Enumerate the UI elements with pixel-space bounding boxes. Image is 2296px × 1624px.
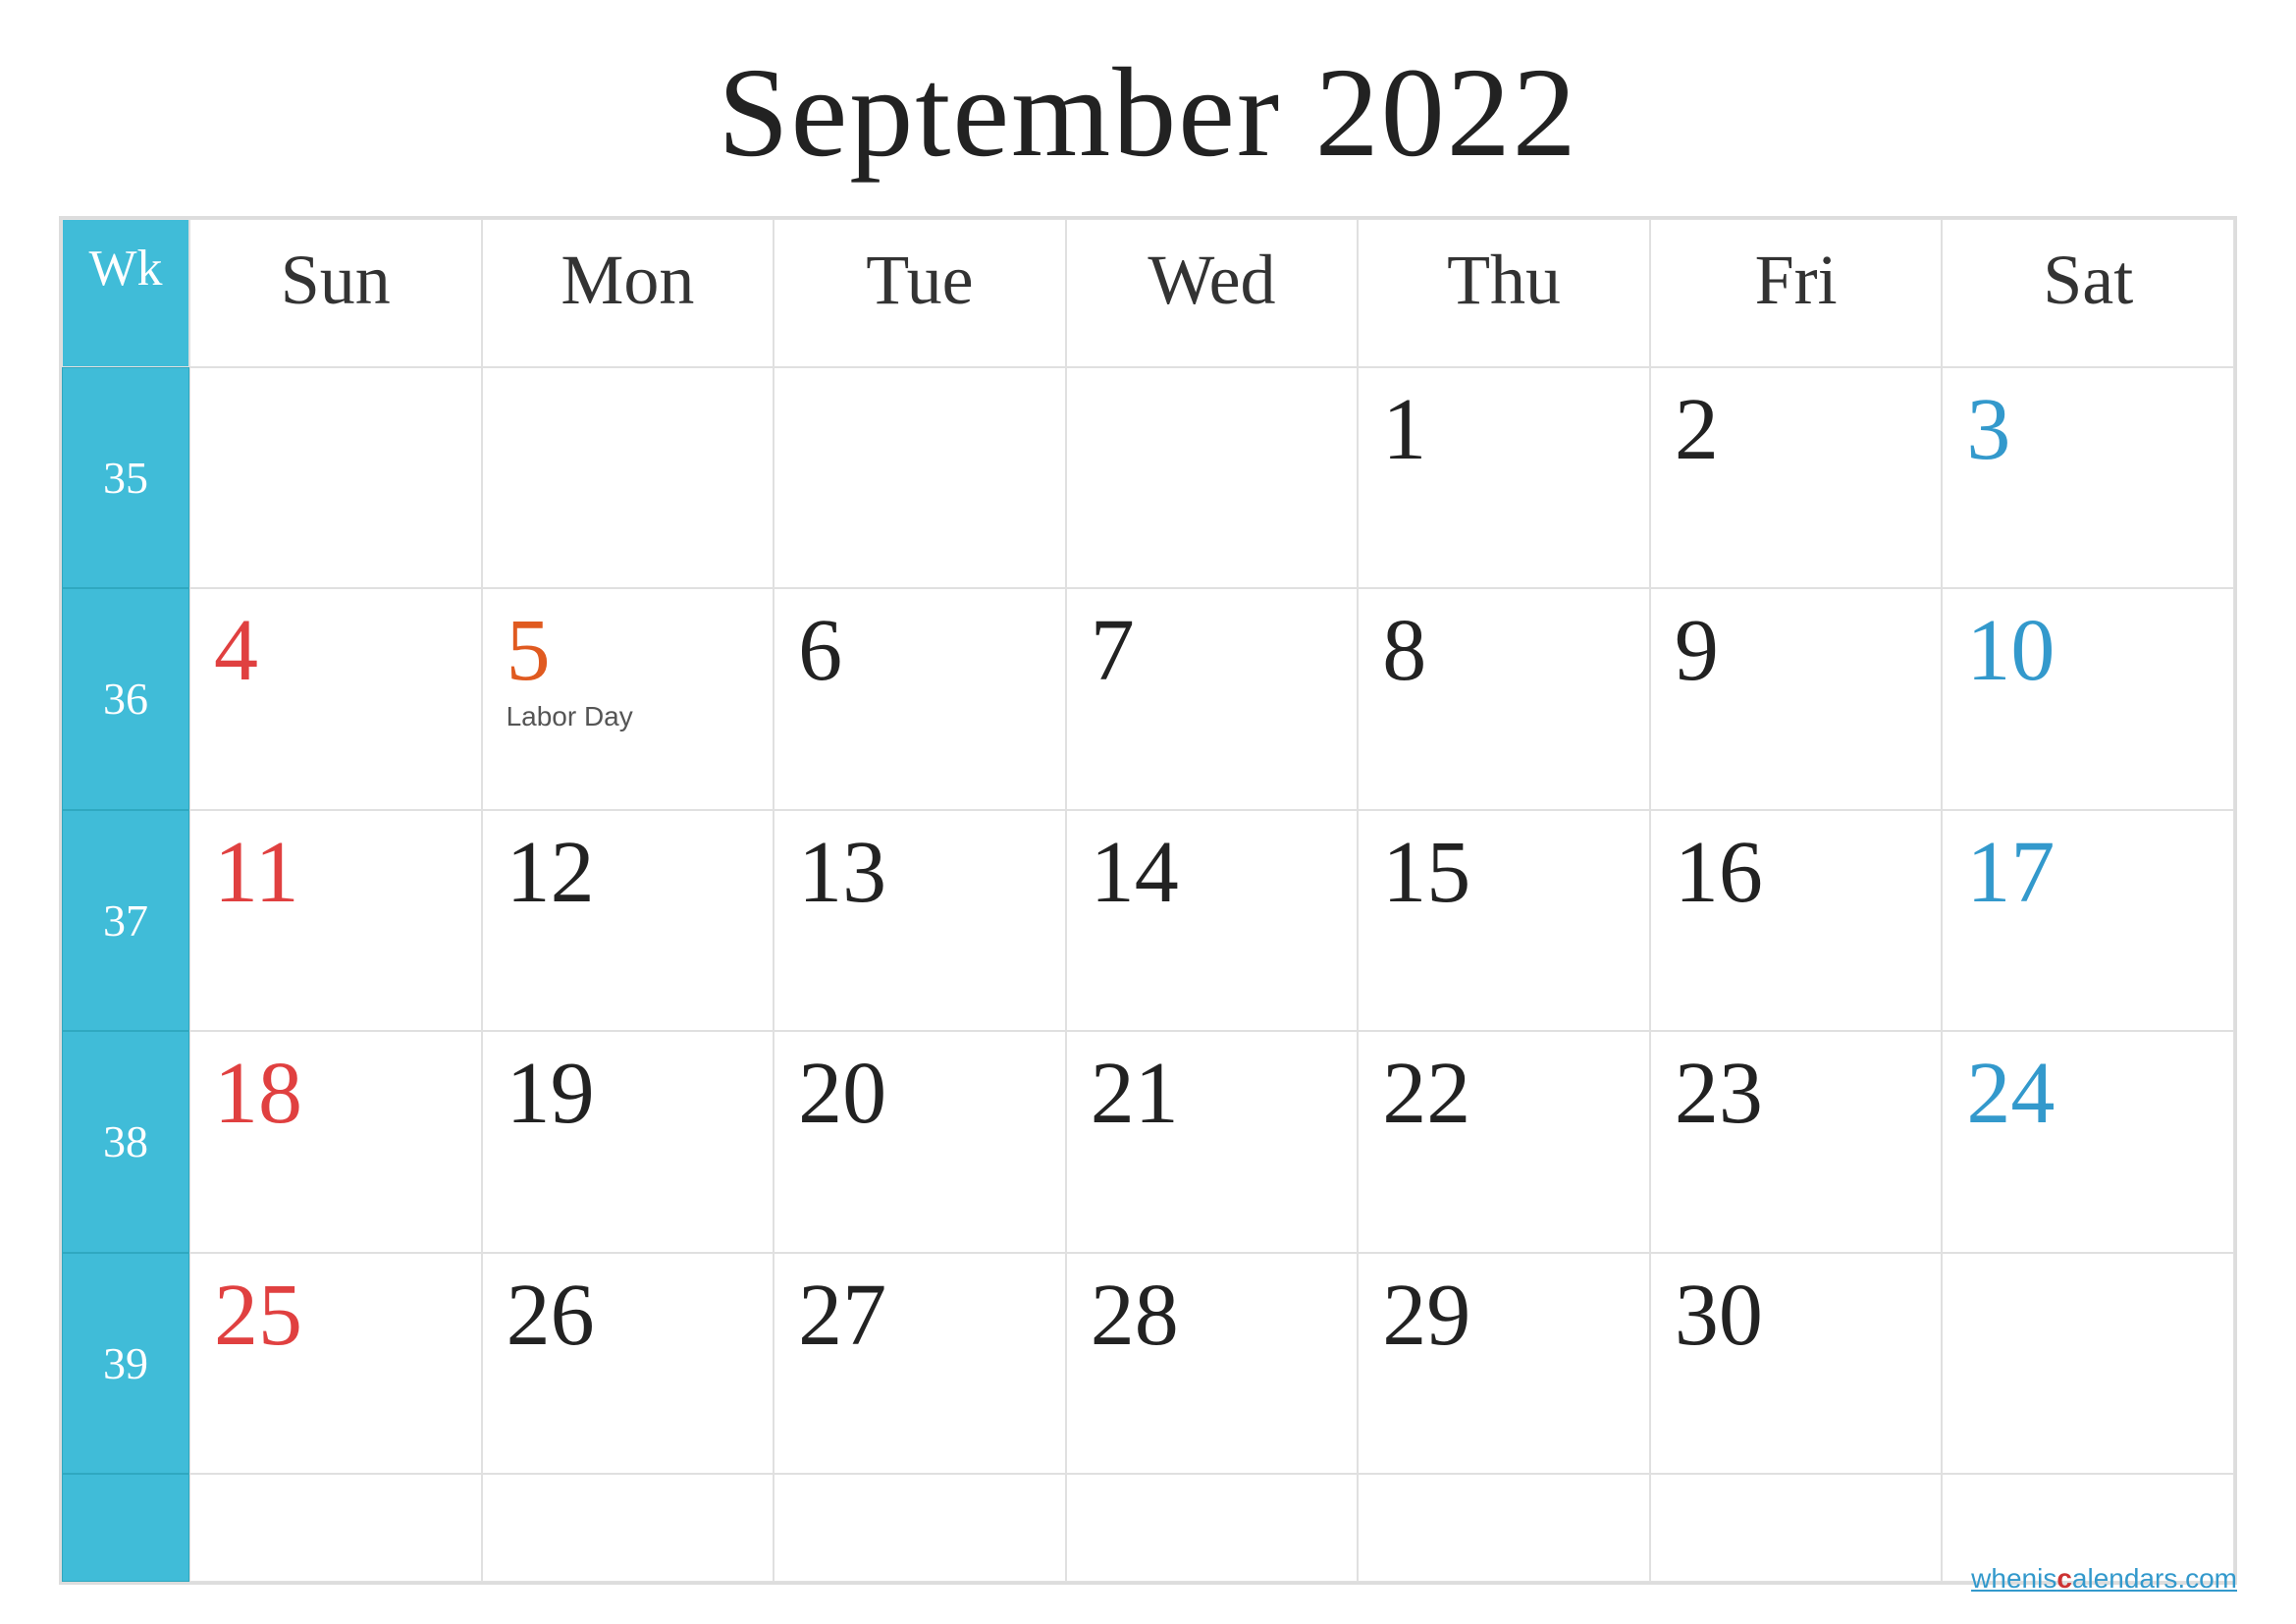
day-number: 29 [1382, 1272, 1470, 1360]
day-number: 19 [507, 1050, 595, 1138]
page-title: September 2022 [718, 39, 1577, 187]
day-empty [482, 1474, 774, 1582]
day-empty [189, 367, 482, 589]
holiday-labor-day: Labor Day [507, 701, 633, 732]
day-number: 15 [1382, 829, 1470, 917]
day-number: 10 [1966, 607, 2055, 695]
day-sep-24: 24 [1942, 1031, 2234, 1253]
wk-39: 39 [62, 1253, 189, 1475]
day-sep-1: 1 [1358, 367, 1650, 589]
day-sep-20: 20 [774, 1031, 1066, 1253]
day-number: 5 [507, 607, 551, 695]
day-sep-26: 26 [482, 1253, 774, 1475]
day-empty [482, 367, 774, 589]
day-number: 11 [214, 829, 299, 917]
day-sep-12: 12 [482, 810, 774, 1032]
day-number: 27 [798, 1272, 886, 1360]
day-number: 25 [214, 1272, 302, 1360]
watermark[interactable]: wheniscalendars.com [1971, 1563, 2237, 1595]
day-empty [774, 1474, 1066, 1582]
day-empty [774, 367, 1066, 589]
header-sun: Sun [189, 219, 482, 367]
day-sep-28: 28 [1066, 1253, 1359, 1475]
day-number: 24 [1966, 1050, 2055, 1138]
day-number: 13 [798, 829, 886, 917]
header-thu: Thu [1358, 219, 1650, 367]
day-number: 3 [1966, 386, 2010, 474]
day-sep-29: 29 [1358, 1253, 1650, 1475]
header-sat: Sat [1942, 219, 2234, 367]
day-sep-19: 19 [482, 1031, 774, 1253]
day-number: 9 [1675, 607, 1719, 695]
day-number: 8 [1382, 607, 1426, 695]
day-sep-13: 13 [774, 810, 1066, 1032]
day-sep-10: 10 [1942, 588, 2234, 810]
day-number: 2 [1675, 386, 1719, 474]
wk-extra [62, 1474, 189, 1582]
day-empty [1066, 367, 1359, 589]
day-empty [189, 1474, 482, 1582]
day-sep-2: 2 [1650, 367, 1943, 589]
day-number: 23 [1675, 1050, 1763, 1138]
header-wk: Wk [62, 219, 189, 367]
day-sep-15: 15 [1358, 810, 1650, 1032]
day-number: 26 [507, 1272, 595, 1360]
day-empty [1066, 1474, 1359, 1582]
day-number: 16 [1675, 829, 1763, 917]
day-sep-17: 17 [1942, 810, 2234, 1032]
day-empty [1650, 1474, 1943, 1582]
day-number: 14 [1091, 829, 1179, 917]
day-sep-16: 16 [1650, 810, 1943, 1032]
wk-35: 35 [62, 367, 189, 589]
day-sep-11: 11 [189, 810, 482, 1032]
header-tue: Tue [774, 219, 1066, 367]
day-sep-7: 7 [1066, 588, 1359, 810]
day-number: 20 [798, 1050, 886, 1138]
watermark-when: whenis [1971, 1563, 2056, 1594]
day-sep-18: 18 [189, 1031, 482, 1253]
header-wed: Wed [1066, 219, 1359, 367]
day-sep-30: 30 [1650, 1253, 1943, 1475]
day-sep-3: 3 [1942, 367, 2234, 589]
wk-36: 36 [62, 588, 189, 810]
calendar-grid: Wk Sun Mon Tue Wed Thu Fri Sat 35 1 2 3 … [62, 219, 2234, 1474]
calendar-container: Wk Sun Mon Tue Wed Thu Fri Sat 35 1 2 3 … [59, 216, 2237, 1585]
day-sep-23: 23 [1650, 1031, 1943, 1253]
header-mon: Mon [482, 219, 774, 367]
day-sep-25: 25 [189, 1253, 482, 1475]
day-sep-5: 5 Labor Day [482, 588, 774, 810]
day-sep-4: 4 [189, 588, 482, 810]
day-empty [1358, 1474, 1650, 1582]
day-number: 21 [1091, 1050, 1179, 1138]
day-sep-8: 8 [1358, 588, 1650, 810]
day-number: 30 [1675, 1272, 1763, 1360]
wk-38: 38 [62, 1031, 189, 1253]
day-sep-27: 27 [774, 1253, 1066, 1475]
day-number: 4 [214, 607, 258, 695]
day-sep-9: 9 [1650, 588, 1943, 810]
day-sep-21: 21 [1066, 1031, 1359, 1253]
watermark-alendars: alendars.com [2072, 1563, 2237, 1594]
day-number: 6 [798, 607, 842, 695]
header-fri: Fri [1650, 219, 1943, 367]
day-number: 17 [1966, 829, 2055, 917]
day-number: 28 [1091, 1272, 1179, 1360]
day-number: 12 [507, 829, 595, 917]
day-sep-22: 22 [1358, 1031, 1650, 1253]
day-empty [1942, 1253, 2234, 1475]
day-sep-6: 6 [774, 588, 1066, 810]
day-sep-14: 14 [1066, 810, 1359, 1032]
day-number: 18 [214, 1050, 302, 1138]
day-number: 1 [1382, 386, 1426, 474]
day-number: 22 [1382, 1050, 1470, 1138]
watermark-c: c [2056, 1563, 2072, 1594]
extra-row [62, 1474, 2234, 1582]
day-number: 7 [1091, 607, 1135, 695]
wk-37: 37 [62, 810, 189, 1032]
